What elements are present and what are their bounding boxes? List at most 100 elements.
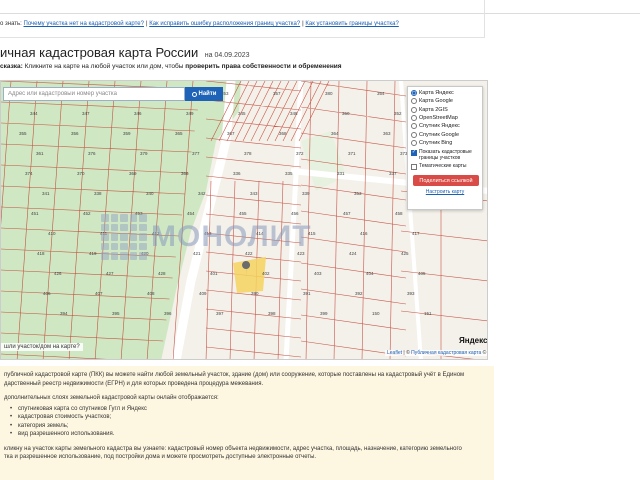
info-paragraph-1: публичной кадастровой карте (ПКК) вы мож…	[4, 372, 465, 378]
layer-option[interactable]: Спутник Яндекс	[411, 122, 479, 130]
faq-link-fix-border[interactable]: Как исправить ошибку расположения границ…	[149, 21, 300, 27]
layer-option-label: Спутник Яндекс	[419, 123, 460, 130]
search-icon	[191, 91, 197, 97]
info-paragraph-2: дополнительных слоях земельной кадастров…	[4, 395, 219, 401]
faq-link-set-border[interactable]: Как установить границы участка?	[305, 21, 398, 27]
parcel-label: 377	[192, 151, 200, 156]
layer-option-label: OpenStreetMap	[419, 115, 458, 122]
parcel-label: 376	[88, 151, 96, 156]
parcel-label: 345	[238, 111, 246, 116]
map-search: Найти	[3, 87, 223, 101]
layer-option[interactable]: Спутник Google	[411, 130, 479, 138]
page-title-row: ичная кадастровая карта России на 04.09.…	[0, 44, 250, 62]
parcel-label: 405	[418, 271, 426, 276]
parcel-label: 344	[30, 111, 38, 116]
watermark-logo-icon	[101, 214, 147, 260]
thematic-option[interactable]: Тематические карты	[411, 164, 479, 171]
faq-links: о знать: Почему участка нет на кадастров…	[0, 21, 399, 27]
parcel-label: 394	[60, 311, 68, 316]
layer-option[interactable]: Карта Google	[411, 97, 479, 105]
cadastral-map[interactable]: 3603583823623533573803543443473463493453…	[0, 80, 488, 360]
parcel-label: 342	[198, 191, 206, 196]
show-borders-option[interactable]: ✓ Показать кадастровые границы участков	[411, 149, 479, 161]
layer-radio[interactable]	[411, 115, 417, 122]
info-panel: публичной кадастровой карте (ПКК) вы мож…	[0, 366, 494, 480]
parcel-label: 428	[158, 271, 166, 276]
layer-option-label: Спутник Google	[419, 131, 459, 138]
parcel-label: 417	[412, 231, 420, 236]
search-button[interactable]: Найти	[185, 87, 223, 101]
info-paragraph-3: кликну на участок карты земельного кадас…	[4, 445, 462, 452]
parcel-label: 427	[106, 271, 114, 276]
parcel-label: 406	[43, 291, 51, 296]
parcel-label: 352	[394, 111, 402, 116]
layer-radio[interactable]	[411, 131, 417, 138]
thematic-checkbox[interactable]	[411, 164, 417, 171]
parcel-label: 457	[343, 211, 351, 216]
watermark: МОНОЛИТ	[101, 214, 312, 260]
parcel-label: 151	[424, 311, 432, 316]
info-list: спутниковая карта со спутников Гугл и Ян…	[4, 405, 490, 439]
parcel-label: 396	[164, 311, 172, 316]
parcel-label: 374	[25, 171, 33, 176]
cadastre-source-link[interactable]: Публичная кадастровая карта	[411, 350, 481, 356]
parcel-label: 451	[31, 211, 39, 216]
info-paragraph-1b: дарственный реестр недвижимости (ЕГРН) и…	[4, 380, 264, 387]
search-input[interactable]	[3, 87, 185, 101]
search-button-label: Найти	[198, 91, 217, 97]
parcel-label: 372	[296, 151, 304, 156]
parcel-label: 354	[377, 91, 385, 96]
hint-bold: проверить права собственности и обремене…	[185, 63, 342, 70]
layer-option[interactable]: Спутник Bing	[411, 139, 479, 147]
parcel-label: 356	[71, 131, 79, 136]
layer-option[interactable]: Карта 2GIS	[411, 106, 479, 114]
layer-list: Карта Яндекс Карта Google Карта 2GIS OpenSt…	[411, 89, 479, 147]
parcel-label: 371	[348, 151, 356, 156]
layer-option[interactable]: Карта Яндекс	[411, 89, 479, 97]
parcel-label: 336	[233, 171, 241, 176]
faq-link-missing-parcel[interactable]: Почему участка нет на кадастровой карте?	[24, 21, 144, 27]
leaflet-link[interactable]: Leaflet	[387, 350, 402, 356]
layer-radio[interactable]	[411, 139, 417, 146]
page-title: ичная кадастровая карта России	[0, 45, 199, 60]
layer-radio[interactable]	[411, 106, 417, 113]
parcel-label: 150	[372, 311, 380, 316]
parcel-label: 346	[134, 111, 142, 116]
list-item: категория земель;	[4, 422, 490, 431]
layer-switcher: Карта Яндекс Карта Google Карта 2GIS OpenSt…	[407, 86, 483, 210]
parcel-label: 365	[175, 131, 183, 136]
parcel-label: 343	[250, 191, 258, 196]
parcel-label: 399	[320, 311, 328, 316]
setup-map-link[interactable]: Настроить карту	[411, 189, 479, 195]
parcel-label: 349	[186, 111, 194, 116]
parcel-label: 410	[48, 231, 56, 236]
parcel-label: 353	[354, 191, 362, 196]
layer-option[interactable]: OpenStreetMap	[411, 114, 479, 122]
yandex-logo: Яндекс	[459, 336, 488, 345]
parcel-label: 426	[54, 271, 62, 276]
parcel-label: 416	[360, 231, 368, 236]
parcel-label: 361	[36, 151, 44, 156]
question-box	[0, 0, 485, 38]
layer-radio[interactable]	[411, 90, 417, 97]
parcel-label: 380	[325, 91, 333, 96]
show-borders-checkbox[interactable]: ✓	[411, 150, 417, 157]
parcel-label: 340	[146, 191, 154, 196]
map-attribution: Leaflet | © Публичная кадастровая карта …	[385, 350, 487, 356]
hint-prefix: сказка:	[0, 63, 23, 70]
report-missing-link[interactable]: шли участок/дом на карте?	[1, 343, 83, 351]
parcel-label: 398	[268, 311, 276, 316]
parcel-label: 402	[262, 271, 270, 276]
share-link-button[interactable]: Поделиться ссылкой	[413, 175, 479, 187]
parcel-label: 341	[42, 191, 50, 196]
parcel-label: 359	[123, 131, 131, 136]
parcel-label: 391	[303, 291, 311, 296]
parcel-label: 401	[210, 271, 218, 276]
layer-radio[interactable]	[411, 123, 417, 130]
parcel-label: 368	[279, 131, 287, 136]
parcel-label: 363	[383, 131, 391, 136]
parcel-label: 370	[77, 171, 85, 176]
parcel-label: 347	[82, 111, 90, 116]
layer-radio[interactable]	[411, 98, 417, 105]
list-item: спутниковая карта со спутников Гугл и Ян…	[4, 405, 490, 414]
